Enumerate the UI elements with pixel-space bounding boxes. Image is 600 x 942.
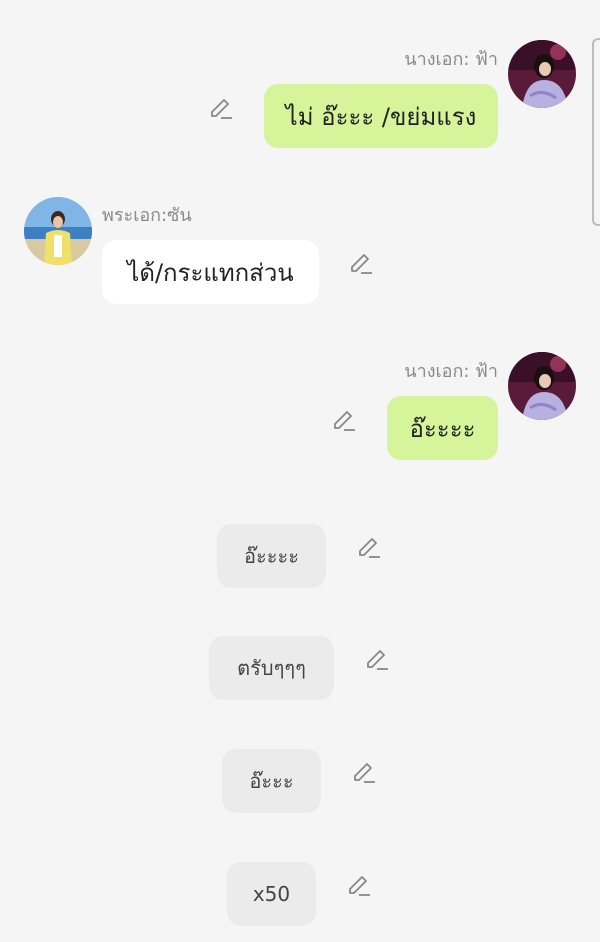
sender-name: นางเอก: ฟ้า: [404, 361, 498, 382]
heroine-avatar[interactable]: [508, 40, 576, 108]
pencil-icon[interactable]: [208, 96, 234, 122]
pencil-icon[interactable]: [356, 535, 382, 561]
pencil-icon[interactable]: [331, 408, 357, 434]
message-bubble[interactable]: อ๊ะะะะ: [387, 396, 498, 460]
pencil-icon[interactable]: [364, 647, 390, 673]
message-bubble[interactable]: ไม่ อ๊ะะะ /ขย่มแรง: [264, 84, 498, 148]
sender-name: นางเอก: ฟ้า: [404, 49, 498, 70]
message-right-3: นางเอก: ฟ้า อ๊ะะะะ: [0, 340, 600, 480]
pencil-icon[interactable]: [351, 760, 377, 786]
message-right-1: นางเอก: ฟ้า ไม่ อ๊ะะะ /ขย่มแรง: [0, 0, 600, 160]
narration-bubble[interactable]: x50: [227, 862, 316, 926]
pencil-icon[interactable]: [346, 873, 372, 899]
narration-bubble[interactable]: อ๊ะะะะ: [217, 524, 326, 588]
narration-bubble[interactable]: ตรับๆๆๆ: [209, 636, 334, 700]
heroine-avatar[interactable]: [508, 352, 576, 420]
hero-avatar[interactable]: [24, 197, 92, 265]
narration-bubble[interactable]: อ๊ะะะ: [222, 749, 321, 813]
sender-name: พระเอก:ซัน: [102, 205, 192, 226]
message-left-2: พระเอก:ซัน ได้/กระแทกส่วน: [0, 180, 600, 320]
pencil-icon[interactable]: [348, 251, 374, 277]
message-bubble[interactable]: ได้/กระแทกส่วน: [102, 240, 319, 304]
